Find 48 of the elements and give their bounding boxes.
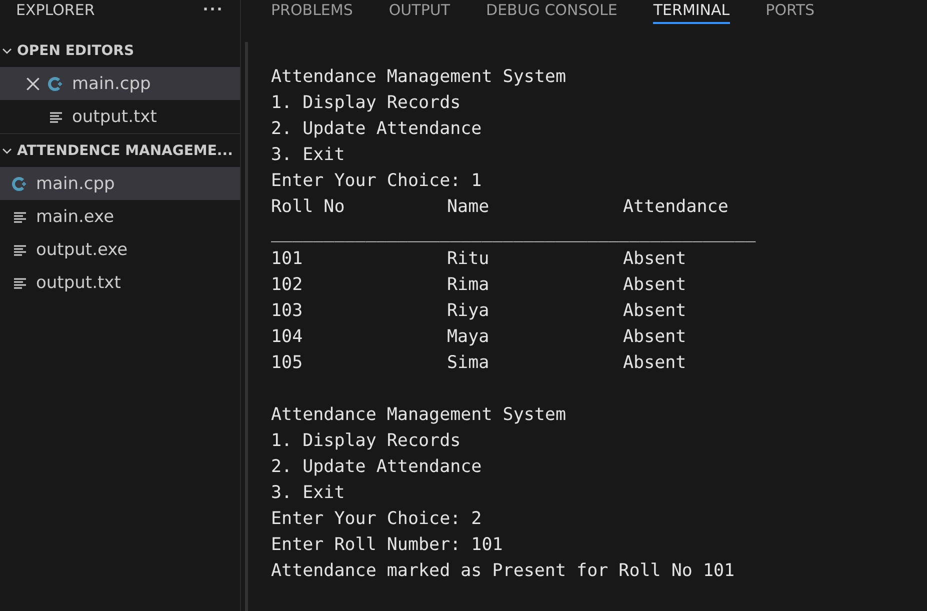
panel-tab[interactable]: TERMINAL — [653, 1, 730, 24]
terminal-table-cell-text: Absent — [623, 274, 688, 297]
file-item[interactable]: main.cpp — [0, 167, 240, 200]
terminal-table-cell-text: Riya — [447, 300, 490, 323]
terminal-line: Attendance Management System — [271, 405, 566, 425]
file-item[interactable]: output.txt — [0, 266, 240, 299]
file-item[interactable]: output.txt — [0, 100, 240, 133]
terminal-line: Enter Your Choice: 1 — [271, 171, 482, 191]
terminal-table-cell-text: Absent — [623, 352, 688, 375]
terminal-table-cell-text: Ritu — [447, 248, 490, 271]
panel-tab[interactable]: DEBUG CONSOLE — [486, 1, 618, 24]
terminal-table-cell-text: Maya — [447, 326, 490, 349]
panel-tab[interactable]: PROBLEMS — [271, 1, 353, 24]
more-actions-button[interactable]: ··· — [203, 0, 224, 20]
panel-tab[interactable]: PORTS — [766, 1, 815, 24]
terminal-table-cell-text: Absent — [623, 326, 688, 349]
terminal-table-cell-text: 101 — [271, 248, 304, 271]
panel-tab[interactable]: OUTPUT — [388, 1, 450, 24]
terminal-line: 2. Update Attendance — [271, 119, 482, 139]
terminal-table-cell-text: Name — [447, 196, 490, 219]
terminal-table-cell-text: Attendance — [623, 196, 730, 219]
file-item[interactable]: main.exe — [0, 200, 240, 233]
terminal-table-cell-text: Absent — [623, 300, 688, 323]
terminal-table-cell-text: Roll No — [271, 196, 346, 219]
cpp-file-icon — [48, 76, 64, 92]
terminal-line: Enter Roll Number: 101 — [271, 535, 503, 555]
terminal-line: 3. Exit — [271, 145, 345, 165]
terminal-line: 2. Update Attendance — [271, 457, 482, 477]
terminal-table-cell-text: Rima — [447, 274, 490, 297]
close-icon[interactable] — [26, 76, 40, 90]
cpp-file-icon — [12, 176, 28, 192]
terminal-table-cell-text: 105 — [271, 352, 304, 375]
file-item[interactable]: output.exe — [0, 233, 240, 266]
terminal-line: 1. Display Records — [271, 93, 461, 113]
terminal-line: 1. Display Records — [271, 431, 461, 451]
section-header[interactable]: OPEN EDITORS — [0, 34, 240, 67]
terminal-table-cell-text: 104 — [271, 326, 304, 349]
terminal-table-cell-text: Absent — [623, 248, 688, 271]
terminal-line: Attendance Management System — [271, 67, 566, 87]
file-item[interactable]: main.cpp — [0, 67, 240, 100]
terminal-table-cell-text: Sima — [447, 352, 490, 375]
terminal-line: Attendance marked as Present for Roll No 101 — [271, 561, 735, 581]
terminal-table-cell-text: 103 — [271, 300, 304, 323]
terminal-table-cell-text: 102 — [271, 274, 304, 297]
explorer-title: EXPLORER — [16, 1, 95, 19]
terminal-line: 3. Exit — [271, 483, 345, 503]
terminal-line: ______________________________________________ — [271, 223, 756, 243]
terminal-line: Enter Your Choice: 2 — [271, 509, 482, 529]
